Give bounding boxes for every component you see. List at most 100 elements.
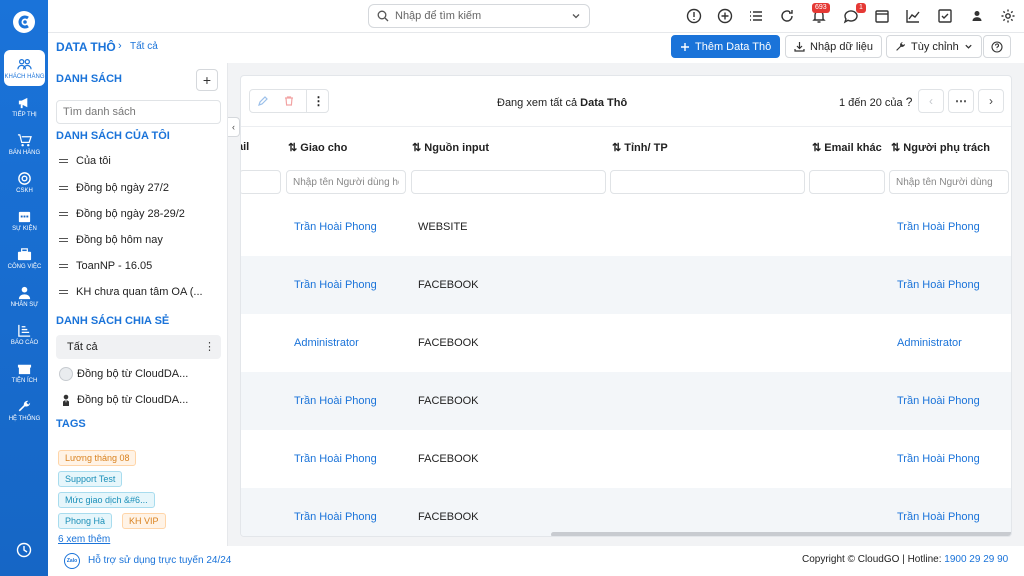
prev-page-button[interactable]: ‹ [918,89,944,113]
calendar-icon [18,211,31,222]
rail-item-sales[interactable]: BÁN HÀNG [4,126,45,162]
chart-icon[interactable] [905,8,921,24]
add-list-button[interactable]: + [196,69,218,91]
sidebar-item-toannp[interactable]: ToanNP - 16.05 [56,254,221,278]
column-header-province[interactable]: ⇅ Tỉnh/ TP [612,141,668,154]
clock-icon[interactable] [16,542,32,558]
filter-assignee[interactable] [286,170,406,194]
more-options-icon[interactable]: ⋮ [204,340,215,353]
tag-chip[interactable]: KH VIP [122,513,166,529]
sidebar-item-sync-cloud-2[interactable]: Đồng bộ từ CloudDA... [56,388,221,412]
sidebar-item-sync-28-29-2[interactable]: Đồng bộ ngày 28-29/2 [56,202,221,226]
plus-icon [681,42,689,51]
rail-item-marketing[interactable]: TIẾP THỊ [4,88,45,124]
collapse-sidebar-button[interactable]: ‹ [228,117,240,137]
sidebar-item-sync-cloud-1[interactable]: Đồng bộ từ CloudDA... [56,362,221,386]
customize-button[interactable]: Tùy chỉnh [886,35,982,58]
breadcrumb-view[interactable]: Tất cả [130,41,158,52]
column-header-email[interactable]: ail [241,141,249,153]
filter-owner[interactable] [889,170,1009,194]
shared-lists-title: DANH SÁCH CHIA SẺ [56,315,170,327]
add-circle-icon[interactable] [717,8,733,24]
sidebar-item-all[interactable]: Tất cả ⋮ [56,335,221,359]
total-count-help[interactable]: ? [906,95,913,109]
column-header-owner[interactable]: ⇅ Người phụ trách [891,141,990,154]
person-icon [18,286,31,299]
search-icon [377,10,389,22]
rail-label: TIỆN ÍCH [11,377,38,384]
sidebar-item-mine[interactable]: Của tôi [56,149,221,173]
table-row[interactable]: Trần Hoài Phong FACEBOOK Trần Hoài Phong [241,430,1011,488]
cloudgo-logo-icon[interactable] [12,10,36,34]
search-input[interactable] [395,10,571,22]
column-header-source[interactable]: ⇅ Nguồn input [412,141,489,154]
rail-item-utilities[interactable]: TIỆN ÍCH [4,354,45,390]
gear-icon[interactable] [1000,8,1016,24]
table-row[interactable]: Administrator FACEBOOK Administrator [241,314,1011,372]
page-options-button[interactable]: ⋯ [948,89,974,113]
hotline-link[interactable]: 1900 29 29 90 [944,554,1008,565]
filter-province[interactable] [610,170,805,194]
column-header-email2[interactable]: ⇅ Email khác [812,141,882,154]
tag-chip[interactable]: Lương tháng 08 [58,450,137,466]
rail-item-hr[interactable]: NHÂN SỰ [4,278,45,314]
sidebar-item-sync-27-2[interactable]: Đồng bộ ngày 27/2 [56,176,221,200]
tag-chip[interactable]: Support Test [58,471,123,487]
megaphone-icon [18,97,28,108]
rail-item-events[interactable]: SỰ KIỆN [4,202,45,238]
rail-item-system[interactable]: HỆ THỐNG [4,392,45,428]
calendar-icon[interactable] [874,8,890,24]
horizontal-scrollbar[interactable] [551,532,1011,536]
table-row[interactable]: Trần Hoài Phong FACEBOOK Trần Hoài Phong [241,256,1011,314]
rail-label: SỰ KIỆN [12,225,37,232]
checkbox-icon[interactable] [937,8,953,24]
list-lines-icon [59,159,68,163]
app-rail: KHÁCH HÀNG TIẾP THỊ BÁN HÀNG CSKH SỰ KIỆ… [0,0,48,576]
user-icon[interactable] [969,8,985,24]
sidebar-item-not-interested-oa[interactable]: KH chưa quan tâm OA (... [56,280,221,304]
list-lines-icon [59,186,68,190]
table-row[interactable]: Trần Hoài Phong WEBSITE Trần Hoài Phong [241,198,1011,256]
page-footer: Zalo Hỗ trợ sử dụng trực tuyến 24/24 Cop… [48,546,1024,576]
list-search-input[interactable] [56,100,221,124]
more-actions-icon[interactable]: ⋮ [306,90,330,112]
trash-icon[interactable] [283,95,295,107]
my-lists-title: DANH SÁCH CỦA TÔI [56,130,170,142]
rail-label: HỆ THỐNG [8,415,41,422]
breadcrumb-module[interactable]: DATA THÔ [56,40,116,54]
next-page-button[interactable]: › [978,89,1004,113]
filter-source[interactable] [411,170,606,194]
filter-email2[interactable] [809,170,885,194]
help-button[interactable] [983,35,1011,58]
chevron-down-icon[interactable] [571,11,581,21]
rail-item-customers[interactable]: KHÁCH HÀNG [4,50,45,86]
rail-item-cskh[interactable]: CSKH [4,164,45,200]
import-button[interactable]: Nhập dữ liệu [785,35,883,58]
sidebar-item-sync-today[interactable]: Đồng bộ hôm nay [56,228,221,252]
top-bar: 693 1 [48,0,1024,33]
table-row[interactable]: Trần Hoài Phong FACEBOOK Trần Hoài Phong [241,372,1011,430]
edit-icon[interactable] [257,95,269,107]
pagination-info: 1 đến 20 của ? [839,95,913,109]
wrench-icon [896,42,905,51]
see-more-tags-link[interactable]: 6 xem thêm [58,534,110,545]
support-link[interactable]: Hỗ trợ sử dụng trực tuyến 24/24 [88,555,231,566]
info-icon[interactable] [686,8,702,24]
report-icon [18,324,31,337]
breadcrumb-separator: › [118,40,122,52]
tag-chip[interactable]: Phong Hà [58,513,113,529]
rail-item-reports[interactable]: BÁO CÁO [4,316,45,352]
list-icon[interactable] [748,8,764,24]
rail-item-tasks[interactable]: CÔNG VIỆC [4,240,45,276]
filter-email[interactable] [241,170,281,194]
column-header-assignee[interactable]: ⇅ Giao cho [288,141,347,154]
refresh-icon[interactable] [779,8,795,24]
add-data-button[interactable]: Thêm Data Thô [671,35,781,58]
table-row[interactable]: Trần Hoài Phong FACEBOOK Trần Hoài Phong [241,488,1011,536]
zalo-icon[interactable]: Zalo [64,553,80,569]
viewing-label: Đang xem tất cả Data Thô [497,97,628,109]
tag-chip[interactable]: Mức giao dịch &#6... [58,492,155,508]
global-search[interactable] [368,4,590,28]
page-header: DATA THÔ › Tất cả Thêm Data Thô Nhập dữ … [48,33,1024,63]
rail-label: CSKH [16,187,33,194]
